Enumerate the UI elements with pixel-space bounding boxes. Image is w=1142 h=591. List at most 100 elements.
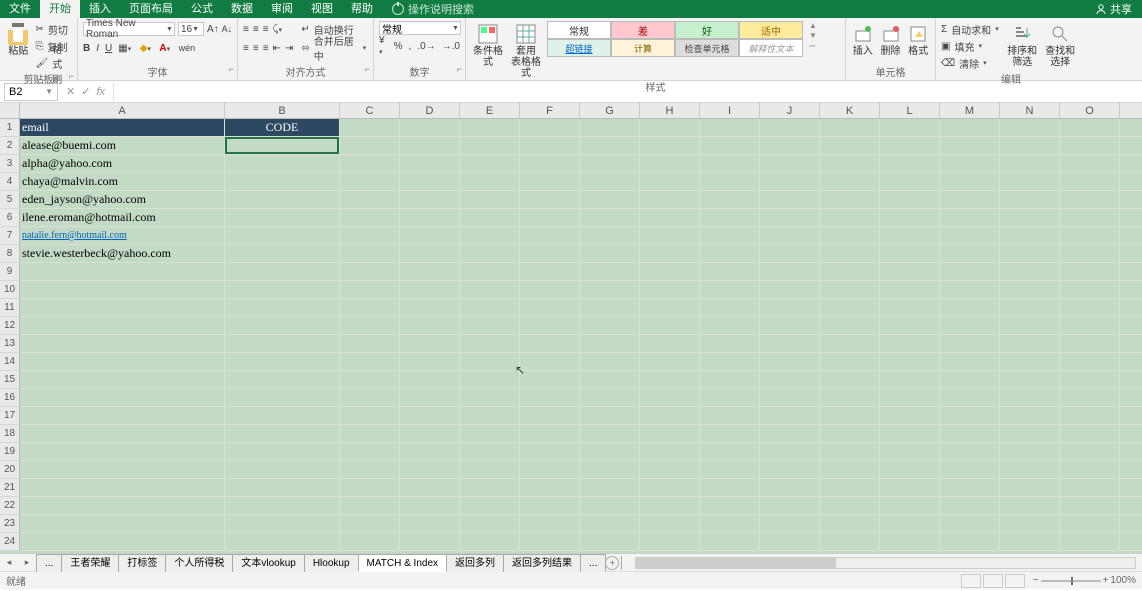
- style-bad[interactable]: 差: [611, 21, 675, 39]
- row-header-15[interactable]: 15: [0, 371, 20, 389]
- cell-I12[interactable]: [700, 317, 760, 335]
- cell-N2[interactable]: [1000, 137, 1060, 155]
- cell-E16[interactable]: [460, 389, 520, 407]
- align-mid-icon[interactable]: ≡: [253, 24, 259, 35]
- cell-K6[interactable]: [820, 209, 880, 227]
- sheet-tab-6[interactable]: 返回多列: [446, 554, 504, 572]
- menu-help[interactable]: 帮助: [342, 0, 382, 18]
- cell-P9[interactable]: [1120, 263, 1142, 281]
- cell-F23[interactable]: [520, 515, 580, 533]
- col-header-N[interactable]: N: [1000, 103, 1060, 118]
- percent-icon[interactable]: %: [394, 41, 403, 52]
- cell-O6[interactable]: [1060, 209, 1120, 227]
- cell-K23[interactable]: [820, 515, 880, 533]
- cell-I23[interactable]: [700, 515, 760, 533]
- cell-M14[interactable]: [940, 353, 1000, 371]
- cell-H16[interactable]: [640, 389, 700, 407]
- cell-B1[interactable]: CODE: [225, 119, 340, 137]
- cell-L4[interactable]: [880, 173, 940, 191]
- cell-L15[interactable]: [880, 371, 940, 389]
- style-explain[interactable]: 解释性文本: [739, 39, 803, 57]
- cell-K22[interactable]: [820, 497, 880, 515]
- cell-J15[interactable]: [760, 371, 820, 389]
- cell-B21[interactable]: [225, 479, 340, 497]
- cell-L5[interactable]: [880, 191, 940, 209]
- cell-B6[interactable]: [225, 209, 340, 227]
- cell-G11[interactable]: [580, 299, 640, 317]
- cell-P15[interactable]: [1120, 371, 1142, 389]
- cell-H19[interactable]: [640, 443, 700, 461]
- cell-A4[interactable]: chaya@malvin.com: [20, 173, 225, 191]
- cell-G22[interactable]: [580, 497, 640, 515]
- cell-H1[interactable]: [640, 119, 700, 137]
- cell-C10[interactable]: [340, 281, 400, 299]
- horizontal-scrollbar[interactable]: [635, 557, 1136, 569]
- cell-J18[interactable]: [760, 425, 820, 443]
- cell-P4[interactable]: [1120, 173, 1142, 191]
- cell-E21[interactable]: [460, 479, 520, 497]
- cell-K3[interactable]: [820, 155, 880, 173]
- cell-D7[interactable]: [400, 227, 460, 245]
- cell-J16[interactable]: [760, 389, 820, 407]
- cell-J5[interactable]: [760, 191, 820, 209]
- cell-O20[interactable]: [1060, 461, 1120, 479]
- cell-G21[interactable]: [580, 479, 640, 497]
- cell-C18[interactable]: [340, 425, 400, 443]
- col-header-J[interactable]: J: [760, 103, 820, 118]
- cell-G12[interactable]: [580, 317, 640, 335]
- cell-K1[interactable]: [820, 119, 880, 137]
- col-header-L[interactable]: L: [880, 103, 940, 118]
- underline-button[interactable]: U: [105, 43, 112, 54]
- cell-A21[interactable]: [20, 479, 225, 497]
- delete-cells-button[interactable]: 删除: [879, 21, 903, 57]
- cell-M21[interactable]: [940, 479, 1000, 497]
- cell-N21[interactable]: [1000, 479, 1060, 497]
- cell-O18[interactable]: [1060, 425, 1120, 443]
- dec-dec-icon[interactable]: →.0: [442, 41, 460, 52]
- cell-N6[interactable]: [1000, 209, 1060, 227]
- col-header-P[interactable]: P: [1120, 103, 1142, 118]
- style-down-icon[interactable]: ▼: [809, 31, 817, 40]
- cell-N18[interactable]: [1000, 425, 1060, 443]
- cell-G23[interactable]: [580, 515, 640, 533]
- cell-C11[interactable]: [340, 299, 400, 317]
- cell-B17[interactable]: [225, 407, 340, 425]
- cell-C17[interactable]: [340, 407, 400, 425]
- insert-cells-button[interactable]: 插入: [851, 21, 875, 57]
- col-header-G[interactable]: G: [580, 103, 640, 118]
- font-size-select[interactable]: 16▼: [178, 22, 204, 36]
- cell-J12[interactable]: [760, 317, 820, 335]
- cell-M20[interactable]: [940, 461, 1000, 479]
- cell-K19[interactable]: [820, 443, 880, 461]
- cell-A1[interactable]: email: [20, 119, 225, 137]
- cell-N10[interactable]: [1000, 281, 1060, 299]
- cell-A5[interactable]: eden_jayson@yahoo.com: [20, 191, 225, 209]
- cell-F16[interactable]: [520, 389, 580, 407]
- align-right-icon[interactable]: ≡: [263, 43, 269, 54]
- cell-B23[interactable]: [225, 515, 340, 533]
- cell-E22[interactable]: [460, 497, 520, 515]
- cell-N9[interactable]: [1000, 263, 1060, 281]
- cell-C8[interactable]: [340, 245, 400, 263]
- cell-E13[interactable]: [460, 335, 520, 353]
- cell-G1[interactable]: [580, 119, 640, 137]
- cell-E6[interactable]: [460, 209, 520, 227]
- cell-E24[interactable]: [460, 533, 520, 551]
- cell-O23[interactable]: [1060, 515, 1120, 533]
- cell-I8[interactable]: [700, 245, 760, 263]
- cell-A3[interactable]: alpha@yahoo.com: [20, 155, 225, 173]
- merge-button[interactable]: ⬄ 合并后居中▾: [301, 40, 368, 56]
- cell-B12[interactable]: [225, 317, 340, 335]
- zoom-slider[interactable]: [1041, 580, 1101, 582]
- cell-H21[interactable]: [640, 479, 700, 497]
- cell-M22[interactable]: [940, 497, 1000, 515]
- cell-I15[interactable]: [700, 371, 760, 389]
- cell-O15[interactable]: [1060, 371, 1120, 389]
- cell-K16[interactable]: [820, 389, 880, 407]
- cell-P22[interactable]: [1120, 497, 1142, 515]
- comma-icon[interactable]: ,: [409, 41, 412, 52]
- cell-A13[interactable]: [20, 335, 225, 353]
- sheet-ellipsis[interactable]: ...: [36, 554, 62, 572]
- cell-E20[interactable]: [460, 461, 520, 479]
- cell-P1[interactable]: [1120, 119, 1142, 137]
